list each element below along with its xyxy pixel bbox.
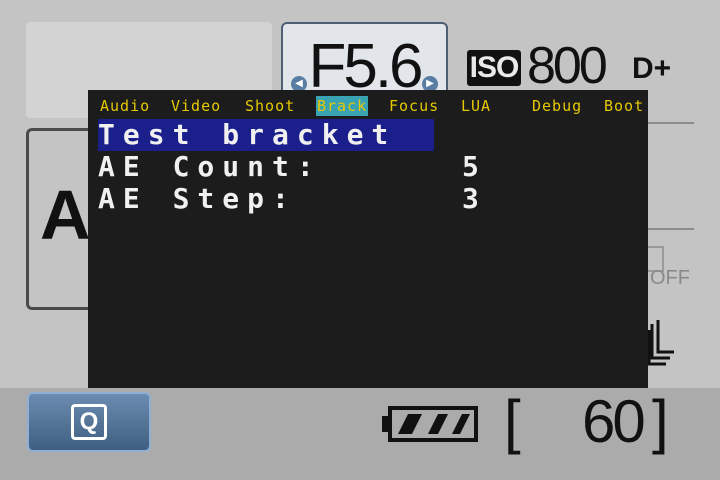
q-icon: Q — [71, 404, 107, 440]
shots-bracket-open: [ — [504, 388, 521, 455]
shots-bracket-close: ] — [652, 388, 669, 455]
ae-step-value[interactable]: 3 — [462, 183, 479, 215]
menu-tab-bar: Audio Video Shoot Brack Focus LUA Debug … — [88, 96, 648, 116]
tab-boot[interactable]: Boot — [603, 96, 645, 116]
ae-count-value[interactable]: 5 — [462, 151, 479, 183]
quick-control-button[interactable]: Q — [27, 392, 151, 452]
shots-remaining: [ 60 ] — [500, 388, 690, 456]
flash-off-icon: OFF — [648, 246, 690, 290]
tab-focus[interactable]: Focus — [388, 96, 440, 116]
battery-icon — [382, 406, 478, 442]
aperture-value: F5.6 — [308, 32, 423, 101]
menu-panel: Audio Video Shoot Brack Focus LUA Debug … — [88, 90, 648, 388]
shots-remaining-value: 60 — [582, 388, 646, 455]
menu-item-ae-step[interactable]: AE Step: — [98, 183, 434, 215]
tab-lua[interactable]: LUA — [460, 96, 492, 116]
highlight-tone-priority-indicator: D+ — [632, 52, 672, 85]
tab-debug[interactable]: Debug — [531, 96, 583, 116]
tab-shoot[interactable]: Shoot — [244, 96, 296, 116]
iso-value[interactable]: 800 — [527, 40, 608, 92]
iso-icon: ISO — [467, 50, 521, 86]
menu-item-ae-count[interactable]: AE Count: — [98, 151, 434, 183]
tab-audio[interactable]: Audio — [99, 96, 151, 116]
tab-brack[interactable]: Brack — [316, 96, 369, 116]
divider — [648, 122, 694, 124]
tab-video[interactable]: Video — [170, 96, 222, 116]
shooting-mode[interactable]: A — [40, 180, 91, 250]
menu-item-test-bracket[interactable]: Test bracket — [98, 119, 434, 151]
drive-mode-icon — [648, 320, 674, 366]
divider — [648, 228, 694, 230]
